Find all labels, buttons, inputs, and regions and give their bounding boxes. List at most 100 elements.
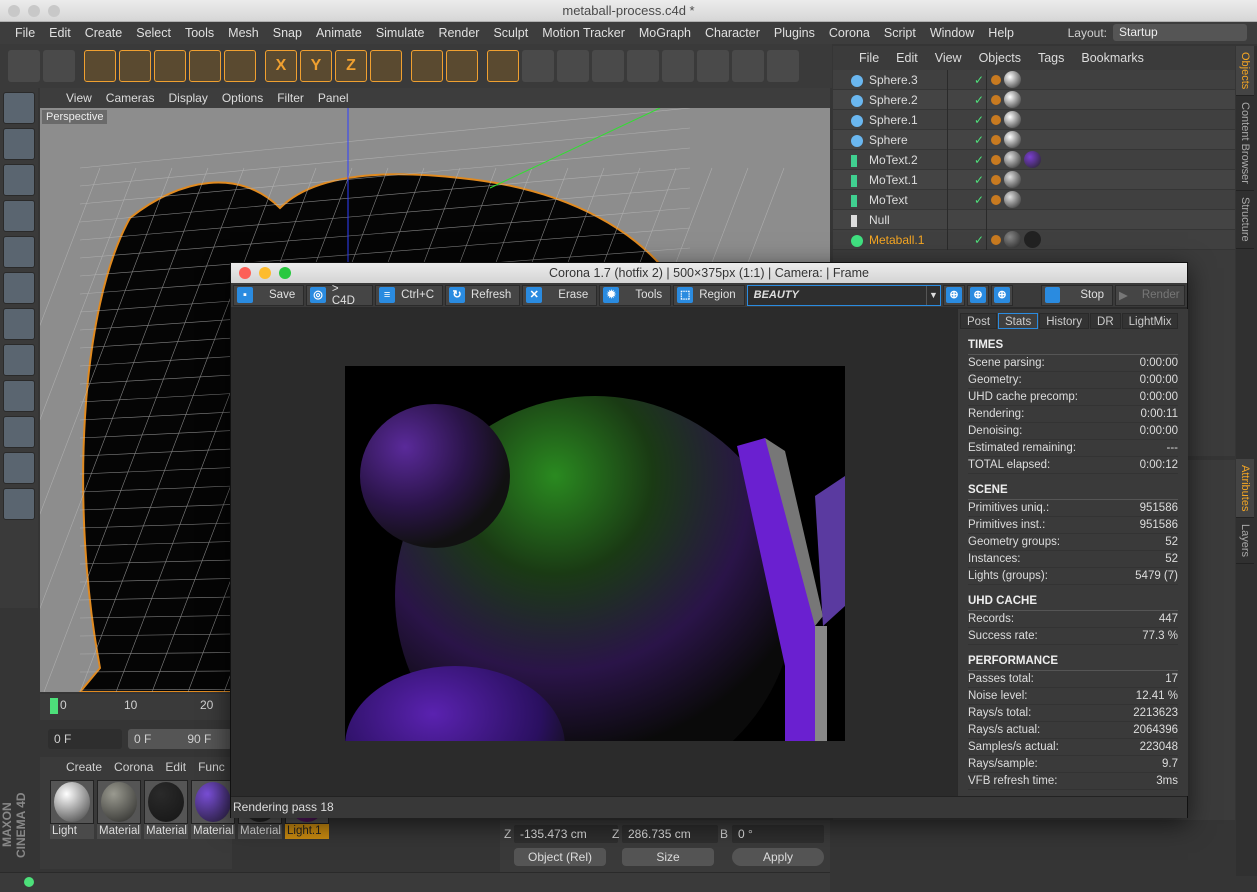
om-menu-tags[interactable]: Tags — [1038, 51, 1064, 65]
y-tool-icon[interactable]: Y — [300, 50, 332, 82]
material-menu-edit[interactable]: Edit — [165, 760, 186, 774]
material-tag-icon[interactable] — [1004, 131, 1021, 148]
cube-tool-icon[interactable] — [522, 50, 554, 82]
menu-animate[interactable]: Animate — [309, 26, 369, 40]
playhead[interactable] — [50, 698, 58, 714]
menu-window[interactable]: Window — [923, 26, 981, 40]
visibility-check-icon[interactable]: ✓ — [947, 109, 987, 130]
light-tool-icon[interactable] — [767, 50, 799, 82]
menu-select[interactable]: Select — [129, 26, 178, 40]
render-button[interactable]: ▶ Render — [1115, 284, 1185, 306]
vfb-save-button[interactable]: ▪ Save — [233, 284, 305, 306]
vfb-c4d-button[interactable]: ◎ > C4D — [306, 283, 374, 307]
apply-button[interactable]: Apply — [732, 848, 824, 866]
minimize-button[interactable] — [28, 5, 40, 17]
phong-tag-icon[interactable] — [991, 74, 1001, 85]
object-name[interactable]: MoText.1 — [833, 173, 947, 187]
object-row[interactable]: MoText ✓ — [833, 189, 1235, 210]
close-button[interactable] — [8, 5, 20, 17]
object-row[interactable]: Sphere.3 ✓ — [833, 69, 1235, 90]
object-name[interactable]: Null — [833, 213, 947, 227]
menu-snap[interactable]: Snap — [266, 26, 309, 40]
material-swatch[interactable]: Material — [191, 780, 235, 839]
zoom-fit-button[interactable]: ⊕ — [991, 284, 1013, 306]
vfb-tab-history[interactable]: History — [1039, 313, 1090, 329]
object-name[interactable]: Sphere.2 — [833, 93, 947, 107]
material-tag-icon[interactable] — [1024, 151, 1041, 168]
material-menu-create[interactable]: Create — [66, 760, 102, 774]
material-swatch[interactable]: Material — [144, 780, 188, 839]
material-swatch[interactable]: Material — [97, 780, 141, 839]
render-settings-tool-icon[interactable] — [487, 50, 519, 82]
vfb-ctrlc-button[interactable]: ≡ Ctrl+C — [375, 284, 443, 306]
object-row[interactable]: Sphere ✓ — [833, 129, 1235, 150]
coord-mode-select[interactable]: Object (Rel) — [514, 848, 606, 866]
render-tool-icon[interactable] — [446, 50, 478, 82]
vfb-tab-dr[interactable]: DR — [1090, 313, 1121, 329]
visibility-check-icon[interactable]: ✓ — [947, 229, 987, 250]
menu-corona[interactable]: Corona — [822, 26, 877, 40]
move-tool-icon[interactable] — [119, 50, 151, 82]
menu-sculpt[interactable]: Sculpt — [486, 26, 535, 40]
menu-create[interactable]: Create — [78, 26, 130, 40]
material-tag-icon[interactable] — [1004, 151, 1021, 168]
menu-script[interactable]: Script — [877, 26, 923, 40]
viewport-menu-panel[interactable]: Panel — [318, 91, 349, 105]
object-name[interactable]: Sphere — [833, 133, 947, 147]
phong-tag-icon[interactable] — [991, 114, 1001, 125]
visibility-check-icon[interactable]: ✓ — [947, 129, 987, 150]
camera-tool-icon[interactable] — [732, 50, 764, 82]
object-row[interactable]: Sphere.1 ✓ — [833, 109, 1235, 130]
mode-model-icon[interactable] — [3, 92, 35, 124]
tweak-icon[interactable] — [3, 344, 35, 376]
redo-tool-icon[interactable] — [43, 50, 75, 82]
vfb-tools-button[interactable]: ✹ Tools — [599, 284, 672, 306]
menu-render[interactable]: Render — [431, 26, 486, 40]
viewport-menu-options[interactable]: Options — [222, 91, 263, 105]
zoom-out-button[interactable]: ⊕ — [967, 284, 989, 306]
material-tag-icon[interactable] — [1004, 171, 1021, 188]
phong-tag-icon[interactable] — [991, 234, 1001, 245]
menu-help[interactable]: Help — [981, 26, 1021, 40]
menu-edit[interactable]: Edit — [42, 26, 78, 40]
pen-tool-icon[interactable] — [557, 50, 589, 82]
timeline[interactable]: 0 10 20 — [40, 694, 232, 720]
material-tag-icon[interactable] — [1004, 111, 1021, 128]
viewport-menu-view[interactable]: View — [66, 91, 92, 105]
phong-tag-icon[interactable] — [991, 134, 1001, 145]
z-position-field[interactable]: -135.473 cm — [514, 825, 618, 843]
phong-tag-icon[interactable] — [991, 154, 1001, 165]
object-row[interactable]: Sphere.2 ✓ — [833, 89, 1235, 110]
visibility-check-icon[interactable]: ✓ — [947, 169, 987, 190]
scale-tool-icon[interactable] — [154, 50, 186, 82]
viewport-menu-filter[interactable]: Filter — [277, 91, 304, 105]
vfb-minimize-button[interactable] — [259, 267, 271, 279]
menu-simulate[interactable]: Simulate — [369, 26, 432, 40]
subdiv-tool-icon[interactable] — [592, 50, 624, 82]
side-tab-attributes[interactable]: Attributes — [1236, 458, 1254, 519]
z-tool-icon[interactable]: Z — [335, 50, 367, 82]
current-frame-field[interactable]: 0 F — [48, 729, 122, 749]
material-tag-icon[interactable] — [1004, 71, 1021, 88]
object-name[interactable]: MoText — [833, 193, 947, 207]
material-tag-icon[interactable] — [1004, 191, 1021, 208]
side-tab-structure[interactable]: Structure — [1236, 191, 1254, 249]
axis-icon[interactable] — [3, 308, 35, 340]
vfb-zoom-button[interactable] — [279, 267, 291, 279]
stop-button[interactable]: Stop — [1041, 284, 1113, 306]
mode-edges-icon[interactable] — [3, 236, 35, 268]
object-name[interactable]: Metaball.1 — [833, 233, 947, 247]
object-name[interactable]: Sphere.1 — [833, 113, 947, 127]
vfb-tab-stats[interactable]: Stats — [998, 313, 1039, 329]
rotate-tool-icon[interactable] — [189, 50, 221, 82]
om-menu-objects[interactable]: Objects — [979, 51, 1021, 65]
transform-tool-icon[interactable] — [224, 50, 256, 82]
vfb-tab-post[interactable]: Post — [960, 313, 998, 329]
om-menu-file[interactable]: File — [859, 51, 879, 65]
side-tab-objects[interactable]: Objects — [1236, 46, 1254, 97]
z-size-field[interactable]: 286.735 cm — [622, 825, 718, 843]
zoom-button[interactable] — [48, 5, 60, 17]
vfb-refresh-button[interactable]: ↻ Refresh — [445, 284, 521, 306]
layout-select[interactable]: Startup — [1113, 24, 1247, 41]
mode-texture-icon[interactable] — [3, 128, 35, 160]
